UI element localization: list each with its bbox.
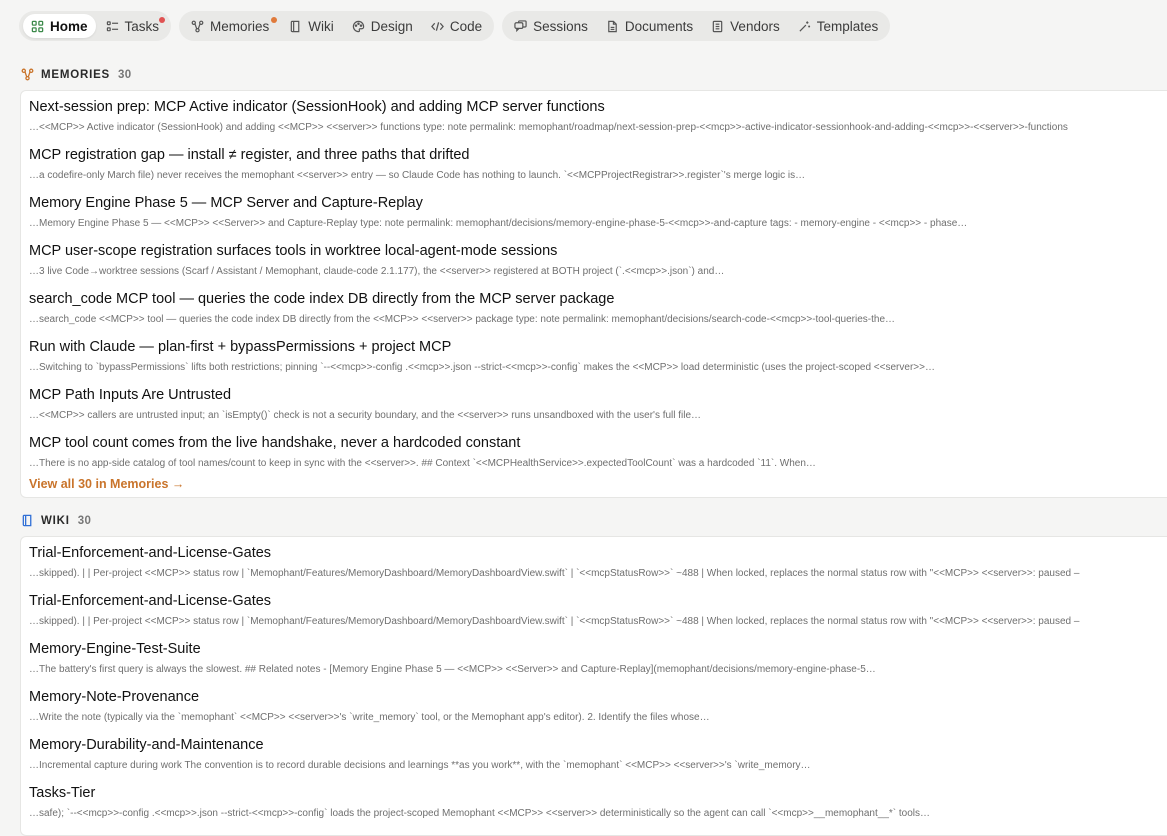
code-icon — [430, 20, 444, 33]
wiki-snippet: …The battery's first query is always the… — [29, 664, 876, 675]
nav-sessions-label: Sessions — [533, 18, 588, 34]
nav-tasks[interactable]: Tasks — [98, 14, 168, 38]
memories-section-header: MEMORIES 30 — [21, 68, 131, 81]
building-icon — [711, 20, 724, 33]
wiki-title: Memory-Engine-Test-Suite — [29, 641, 201, 657]
nav-documents-label: Documents — [624, 18, 694, 34]
wiki-title: Trial-Enforcement-and-License-Gates — [29, 593, 272, 609]
wiki-section-header: WIKI 30 — [21, 514, 91, 527]
wiki-title: Trial-Enforcement-and-License-Gates — [29, 545, 272, 561]
grid-icon — [31, 20, 44, 33]
wiki-count: 30 — [77, 514, 92, 527]
book-icon — [21, 514, 34, 527]
nav-design-label: Design — [370, 18, 413, 34]
memory-result[interactable]: MCP user-scope registration surfaces too… — [21, 235, 1167, 283]
nav-memories-label: Memories — [210, 18, 270, 34]
document-icon — [606, 20, 619, 33]
memory-snippet: …There is no app-side catalog of tool na… — [29, 458, 816, 469]
palette-icon — [352, 20, 365, 33]
wiki-snippet: …Write the note (typically via the `memo… — [29, 712, 710, 723]
memory-snippet: …Switching to `bypassPermissions` lifts … — [29, 362, 935, 373]
memory-result[interactable]: search_code MCP tool — queries the code … — [21, 283, 1167, 331]
wiki-result[interactable]: Memory-Engine-Test-Suite …The battery's … — [21, 633, 1167, 681]
wiki-title: Memory-Note-Provenance — [29, 689, 200, 705]
memory-result[interactable]: Next-session prep: MCP Active indicator … — [21, 91, 1167, 139]
nav-documents[interactable]: Documents — [598, 14, 701, 38]
memory-snippet: …<<MCP>> Active indicator (SessionHook) … — [29, 122, 1068, 133]
nav-wiki-label: Wiki — [308, 18, 334, 34]
nav-home[interactable]: Home — [23, 14, 96, 38]
nav-group-primary: Home Tasks — [19, 11, 172, 41]
memory-title: MCP registration gap — install ≠ registe… — [29, 147, 470, 163]
nav-templates-label: Templates — [816, 18, 879, 34]
memory-result[interactable]: MCP registration gap — install ≠ registe… — [21, 139, 1167, 187]
memory-result[interactable]: Run with Claude — plan-first + bypassPer… — [21, 331, 1167, 379]
wiki-card: Trial-Enforcement-and-License-Gates …ski… — [20, 536, 1167, 836]
view-all-memories-link[interactable]: View all 30 in Memories → — [29, 477, 184, 491]
nodes-icon — [21, 68, 34, 81]
memory-snippet: …<<MCP>> callers are untrusted input; an… — [29, 410, 702, 421]
wiki-result[interactable]: Trial-Enforcement-and-License-Gates …ski… — [21, 585, 1167, 633]
wiki-snippet: …skipped). | | Per-project <<MCP>> statu… — [29, 568, 1080, 579]
book-icon — [289, 20, 302, 33]
nav-group-workspace: Sessions Documents Vendors Templates — [502, 11, 891, 41]
memory-result[interactable]: Memory Engine Phase 5 — MCP Server and C… — [21, 187, 1167, 235]
memory-snippet: …a codefire-only March file) never recei… — [29, 170, 806, 181]
memory-snippet: …3 live Code→worktree sessions (Scarf / … — [29, 266, 725, 277]
nav-vendors[interactable]: Vendors — [703, 14, 788, 38]
memories-count: 30 — [118, 68, 132, 81]
wand-icon — [798, 20, 811, 33]
memory-title: Next-session prep: MCP Active indicator … — [29, 99, 605, 115]
memories-heading: MEMORIES — [41, 68, 111, 81]
wiki-title: Tasks-Tier — [29, 785, 96, 801]
wiki-snippet: …Incremental capture during work The con… — [29, 760, 811, 771]
memory-result[interactable]: MCP Path Inputs Are Untrusted …<<MCP>> c… — [21, 379, 1167, 427]
memory-title: Memory Engine Phase 5 — MCP Server and C… — [29, 195, 423, 211]
wiki-title: Memory-Durability-and-Maintenance — [29, 737, 264, 753]
memory-title: MCP user-scope registration surfaces too… — [29, 243, 558, 259]
nav-wiki[interactable]: Wiki — [281, 14, 342, 38]
top-nav: Home Tasks Memories Wiki Design Code Ses… — [19, 11, 891, 41]
wiki-result[interactable]: Memory-Durability-and-Maintenance …Incre… — [21, 729, 1167, 777]
nav-tasks-label: Tasks — [124, 18, 160, 34]
nav-code[interactable]: Code — [423, 14, 490, 38]
nav-sessions[interactable]: Sessions — [506, 14, 596, 38]
nav-templates[interactable]: Templates — [790, 14, 887, 38]
memory-title: MCP tool count comes from the live hands… — [29, 435, 521, 451]
tasks-notification-badge — [159, 17, 166, 23]
wiki-heading: WIKI — [41, 514, 70, 527]
nav-group-knowledge: Memories Wiki Design Code — [179, 11, 495, 41]
wiki-result[interactable]: Tasks-Tier …safe); `--<<mcp>>-config .<<… — [21, 777, 1167, 825]
nodes-icon — [191, 20, 204, 33]
list-icon — [106, 20, 119, 33]
nav-code-label: Code — [449, 18, 483, 34]
memory-title: Run with Claude — plan-first + bypassPer… — [29, 339, 452, 355]
chat-icon — [514, 19, 527, 33]
nav-memories[interactable]: Memories — [183, 14, 279, 38]
memories-card: Next-session prep: MCP Active indicator … — [20, 90, 1167, 498]
wiki-result[interactable]: Trial-Enforcement-and-License-Gates …ski… — [21, 537, 1167, 585]
memories-notification-badge — [271, 17, 278, 23]
memory-snippet: …Memory Engine Phase 5 — <<MCP>> <<Serve… — [29, 218, 968, 229]
memory-title: MCP Path Inputs Are Untrusted — [29, 387, 232, 403]
nav-design[interactable]: Design — [344, 14, 421, 38]
memory-title: search_code MCP tool — queries the code … — [29, 291, 615, 307]
memory-result[interactable]: MCP tool count comes from the live hands… — [21, 427, 1167, 475]
wiki-result[interactable]: Memory-Note-Provenance …Write the note (… — [21, 681, 1167, 729]
nav-vendors-label: Vendors — [730, 18, 780, 34]
nav-home-label: Home — [50, 18, 88, 34]
wiki-snippet: …skipped). | | Per-project <<MCP>> statu… — [29, 616, 1080, 627]
wiki-snippet: …safe); `--<<mcp>>-config .<<mcp>>.json … — [29, 808, 931, 819]
memory-snippet: …search_code <<MCP>> tool — queries the … — [29, 314, 896, 325]
